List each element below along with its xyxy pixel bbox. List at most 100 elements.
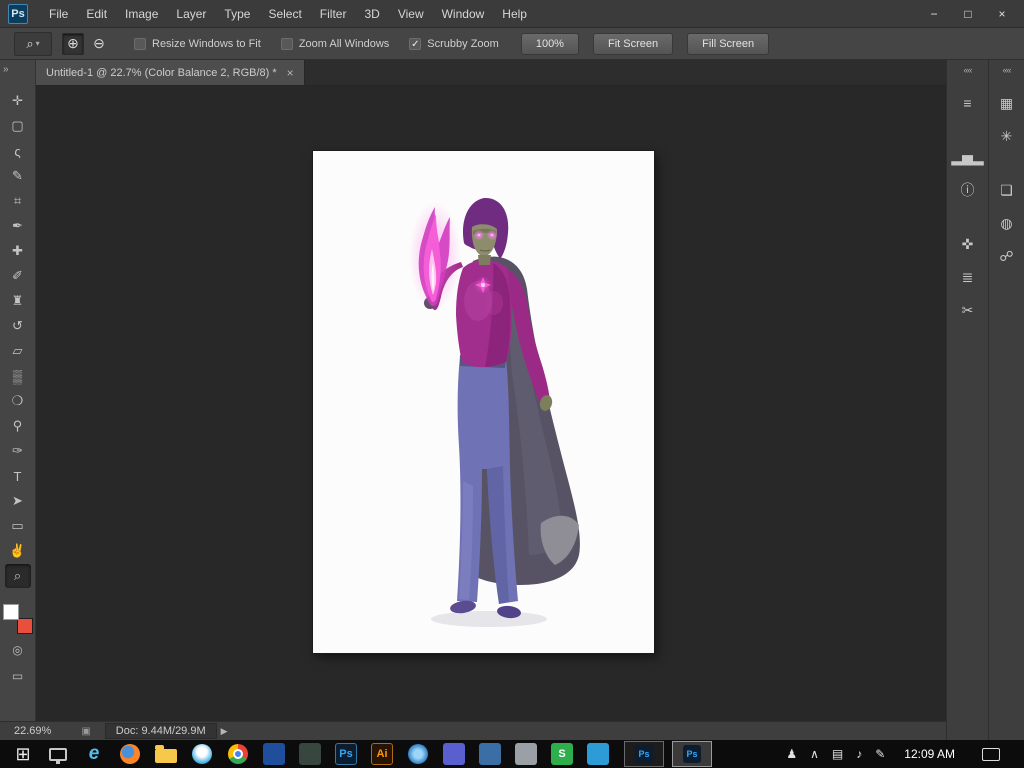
photoshop-window-icon-active: Ps bbox=[683, 745, 701, 763]
healing-brush-tool[interactable]: ✚ bbox=[5, 239, 31, 263]
panel-collapse-icon-2[interactable]: «« bbox=[989, 60, 1024, 83]
minimize-icon[interactable]: − bbox=[926, 7, 942, 21]
fill-screen-button[interactable]: Fill Screen bbox=[687, 33, 769, 55]
menu-select[interactable]: Select bbox=[259, 0, 310, 28]
taskbar-app-gray-icon[interactable] bbox=[508, 740, 544, 768]
volume-icon[interactable]: ♪ bbox=[856, 747, 862, 761]
brush-tool[interactable]: ✐ bbox=[5, 264, 31, 288]
app-blue-icon bbox=[263, 743, 285, 765]
layers-panel-icon[interactable]: ❏ bbox=[992, 177, 1022, 203]
menu-3d[interactable]: 3D bbox=[355, 0, 388, 28]
people-icon[interactable]: ♟ bbox=[786, 747, 797, 761]
gradient-tool[interactable]: ▒ bbox=[5, 364, 31, 388]
eyedropper-tool[interactable]: ✒ bbox=[5, 214, 31, 238]
network-icon[interactable]: ▤ bbox=[832, 747, 843, 761]
start-button[interactable]: ⊞ bbox=[6, 740, 40, 768]
actual-pixels-button[interactable]: 100% bbox=[521, 33, 579, 55]
window-controls: − □ × bbox=[926, 7, 1010, 21]
document-tab[interactable]: Untitled-1 @ 22.7% (Color Balance 2, RGB… bbox=[36, 60, 305, 85]
taskbar-app-dark-icon[interactable] bbox=[292, 740, 328, 768]
document-size-info[interactable]: Doc: 9.44M/29.9M bbox=[105, 723, 217, 739]
properties-panel-icon[interactable]: ≡ bbox=[953, 90, 983, 116]
canvas-document[interactable] bbox=[313, 151, 654, 653]
histogram-panel-icon[interactable]: ▂▅▂ bbox=[953, 144, 983, 170]
fit-screen-button[interactable]: Fit Screen bbox=[593, 33, 673, 55]
open-window-photoshop-1[interactable]: Ps bbox=[624, 741, 664, 767]
foreground-color-swatch[interactable] bbox=[3, 604, 19, 620]
taskbar-illustrator-icon[interactable]: Ai bbox=[364, 740, 400, 768]
taskbar-app-violet-icon[interactable] bbox=[436, 740, 472, 768]
zoom-in-mode-button[interactable]: ⊕ bbox=[62, 33, 84, 55]
quick-mask-button[interactable]: ◎ bbox=[5, 640, 31, 660]
zoom-level-field[interactable]: 22.69% bbox=[14, 725, 51, 737]
dodge-tool[interactable]: ⚲ bbox=[5, 414, 31, 438]
move-tool[interactable]: ✛ bbox=[5, 89, 31, 113]
scrubby-zoom-checkbox[interactable]: ✓ Scrubby Zoom bbox=[409, 38, 499, 50]
taskbar-clock[interactable]: 12:09 AM bbox=[904, 747, 955, 761]
3d-panel-icon[interactable]: ☍ bbox=[992, 243, 1022, 269]
swatches-panel-icon[interactable]: ▦ bbox=[992, 90, 1022, 116]
menu-window[interactable]: Window bbox=[433, 0, 494, 28]
pen-tool[interactable]: ✑ bbox=[5, 439, 31, 463]
zoom-tool-preset[interactable]: ⌕ ▾ bbox=[14, 32, 52, 56]
panel-collapse-icon[interactable]: «« bbox=[947, 60, 988, 83]
document-tab-title: Untitled-1 @ 22.7% (Color Balance 2, RGB… bbox=[46, 67, 277, 79]
info-panel-icon[interactable]: ⓘ bbox=[953, 177, 983, 203]
taskbar-tablet-mode-icon[interactable] bbox=[40, 740, 76, 768]
menu-image[interactable]: Image bbox=[116, 0, 167, 28]
screen-mode-button[interactable]: ▭ bbox=[5, 666, 31, 686]
quick-selection-tool[interactable]: ✎ bbox=[5, 164, 31, 188]
menu-layer[interactable]: Layer bbox=[167, 0, 215, 28]
path-selection-tool[interactable]: ➤ bbox=[5, 489, 31, 513]
taskbar-folder-icon[interactable] bbox=[148, 740, 184, 768]
scissors-panel-icon[interactable]: ✂ bbox=[953, 297, 983, 323]
adjustments-panel-icon[interactable]: ✳ bbox=[992, 123, 1022, 149]
rectangle-tool[interactable]: ▭ bbox=[5, 514, 31, 538]
history-brush-tool[interactable]: ↺ bbox=[5, 314, 31, 338]
hand-flame bbox=[409, 201, 461, 311]
restore-icon[interactable]: □ bbox=[960, 7, 976, 21]
toolbar-collapse-icon[interactable]: » bbox=[3, 64, 8, 75]
pen-icon[interactable]: ✎ bbox=[875, 747, 885, 761]
background-color-swatch[interactable] bbox=[17, 618, 33, 634]
taskbar-app-steel-icon[interactable] bbox=[472, 740, 508, 768]
zoom-tool[interactable]: ⌕ bbox=[5, 564, 31, 588]
crop-tool[interactable]: ⌗ bbox=[5, 189, 31, 213]
zoom-all-windows-checkbox[interactable]: Zoom All Windows bbox=[281, 38, 389, 50]
menu-type[interactable]: Type bbox=[215, 0, 259, 28]
color-sampler-panel-icon[interactable]: ✜ bbox=[953, 231, 983, 257]
scrubby-zoom-checkbox-box: ✓ bbox=[409, 38, 421, 50]
taskbar-firefox-icon[interactable] bbox=[112, 740, 148, 768]
menu-help[interactable]: Help bbox=[493, 0, 536, 28]
close-icon[interactable]: × bbox=[994, 7, 1010, 21]
photoshop-icon: Ps bbox=[335, 743, 357, 765]
action-center-icon[interactable] bbox=[982, 748, 1000, 761]
taskbar-photoshop-icon[interactable]: Ps bbox=[328, 740, 364, 768]
blur-tool[interactable]: ❍ bbox=[5, 389, 31, 413]
layer-comps-panel-icon[interactable]: ≣ bbox=[953, 264, 983, 290]
menu-edit[interactable]: Edit bbox=[77, 0, 116, 28]
zoom-out-mode-button[interactable]: ⊖ bbox=[88, 33, 110, 55]
lasso-tool[interactable]: ς bbox=[5, 139, 31, 163]
menu-view[interactable]: View bbox=[389, 0, 433, 28]
rectangular-marquee-tool[interactable]: ▢ bbox=[5, 114, 31, 138]
hand-tool[interactable]: ✌ bbox=[5, 539, 31, 563]
clone-stamp-tool[interactable]: ♜ bbox=[5, 289, 31, 313]
taskbar-app-blue-icon[interactable] bbox=[256, 740, 292, 768]
taskbar-internet-explorer-icon[interactable]: e bbox=[76, 740, 112, 768]
taskbar-chrome-icon[interactable] bbox=[220, 740, 256, 768]
menu-filter[interactable]: Filter bbox=[311, 0, 356, 28]
taskbar-media-player-icon[interactable] bbox=[184, 740, 220, 768]
taskbar-app-round-blue-icon[interactable] bbox=[400, 740, 436, 768]
tray-chevron-up-icon[interactable]: ∧ bbox=[810, 747, 819, 761]
type-tool[interactable]: T bbox=[5, 464, 31, 488]
menu-file[interactable]: File bbox=[40, 0, 77, 28]
open-window-photoshop-2[interactable]: Ps bbox=[672, 741, 712, 767]
taskbar-app-s-green-icon[interactable]: S bbox=[544, 740, 580, 768]
resize-windows-to-fit-checkbox[interactable]: Resize Windows to Fit bbox=[134, 38, 261, 50]
taskbar-app-teal-icon[interactable] bbox=[580, 740, 616, 768]
tab-close-icon[interactable]: × bbox=[287, 66, 294, 80]
status-options-arrow-icon[interactable]: ▶ bbox=[221, 726, 228, 737]
styles-panel-icon[interactable]: ◍ bbox=[992, 210, 1022, 236]
eraser-tool[interactable]: ▱ bbox=[5, 339, 31, 363]
